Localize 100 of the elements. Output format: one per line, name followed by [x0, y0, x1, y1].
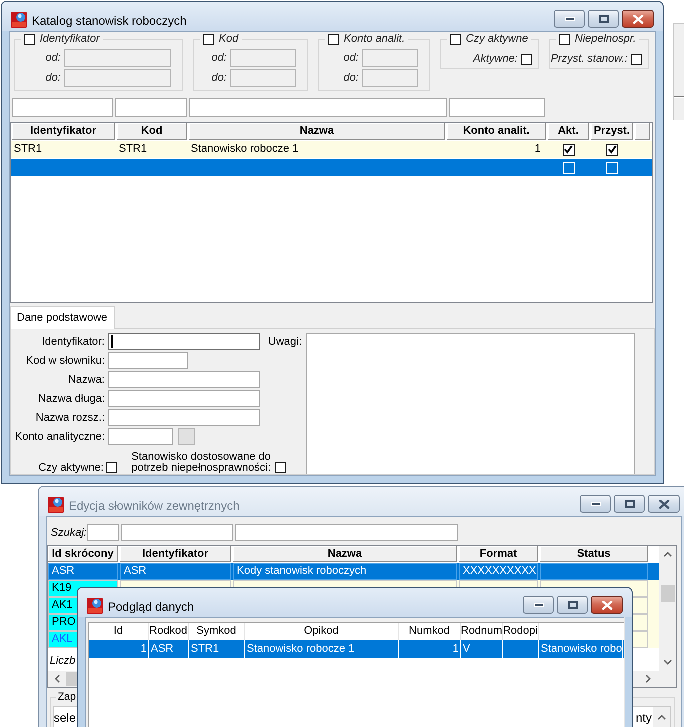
column-header[interactable]: Format: [459, 546, 538, 562]
record-count-label: Liczb: [49, 654, 77, 669]
table-cell-text: Stanowisko robocze 1: [190, 142, 300, 157]
filter-field[interactable]: [189, 98, 447, 117]
checkbox[interactable]: [562, 144, 574, 156]
input-field[interactable]: [108, 390, 260, 407]
column-header[interactable]: Identyfikator: [12, 123, 115, 140]
minimize-icon: [564, 17, 574, 21]
checkbox-label: Stanowisko dostosowane do potrzeb niepełnosprawności:: [130, 452, 271, 474]
field-label: Nazwa rozsz.:: [34, 412, 105, 424]
maximize-icon: [598, 15, 608, 23]
filter-field[interactable]: [449, 98, 545, 117]
chevron-left-icon[interactable]: [55, 675, 60, 683]
chevron-down-icon[interactable]: [664, 660, 672, 665]
group-label: Kod: [219, 34, 239, 45]
group-label: Niepełnospr.: [575, 34, 636, 45]
column-header[interactable]: Akt.: [548, 123, 589, 140]
table-cell: STR1: [189, 640, 245, 658]
field-label: Uwagi:: [268, 336, 302, 348]
group-label: Identyfikator: [40, 34, 100, 45]
checkbox[interactable]: [328, 34, 339, 45]
app-icon: [48, 497, 64, 513]
checkbox[interactable]: [106, 462, 117, 473]
minimize-button[interactable]: [554, 10, 585, 28]
column-header[interactable]: Status: [540, 546, 648, 562]
search-label: Szukaj:: [51, 526, 88, 538]
table-cell: Stanowisko robocze 1: [245, 640, 399, 658]
field-label: Nazwa długa:: [37, 392, 105, 404]
field-label: Aktywne:: [473, 53, 518, 65]
field-label: od:: [344, 52, 359, 64]
tab[interactable]: Dane podstawowe: [10, 306, 115, 329]
field-label: do:: [344, 72, 359, 84]
input-field[interactable]: [362, 69, 418, 87]
input-field[interactable]: [108, 371, 260, 388]
table-row[interactable]: ASR ASR Kody stanowisk roboczych XXXXXXXXXX: [48, 563, 659, 580]
checkbox[interactable]: [606, 144, 618, 156]
close-button[interactable]: [591, 596, 623, 614]
field-label: Identyfikator:: [41, 336, 105, 348]
input-field[interactable]: [362, 49, 418, 67]
checkbox[interactable]: [521, 54, 532, 64]
checkbox[interactable]: [450, 34, 461, 45]
maximize-button[interactable]: [557, 596, 588, 614]
close-button[interactable]: [622, 10, 654, 28]
checkbox[interactable]: [559, 34, 570, 45]
table-cell: V: [461, 640, 503, 658]
checkbox[interactable]: [203, 34, 214, 45]
close-icon: [658, 500, 670, 508]
column-header[interactable]: Przyst.: [591, 123, 633, 140]
column-header[interactable]: Nazwa: [233, 546, 457, 562]
table-row[interactable]: 1 ASR STR1 Stanowisko robocze 1 1 V Stanowisko robo: [89, 640, 624, 658]
table-cell: ASR: [120, 563, 231, 580]
close-icon: [632, 14, 644, 24]
chevron-right-icon[interactable]: [646, 675, 651, 683]
table-cell: ASR: [149, 640, 189, 658]
checkbox[interactable]: [275, 462, 286, 473]
column-header[interactable]: Konto analit.: [447, 123, 546, 140]
group-label: Zap: [57, 691, 78, 703]
field-label: Konto analityczne:: [14, 430, 105, 442]
column-header[interactable]: Identyfikator: [120, 546, 231, 562]
filter-field[interactable]: [115, 98, 187, 117]
field-label: od:: [46, 52, 61, 64]
input-field[interactable]: [64, 69, 171, 87]
group-label: Konto analit.: [344, 34, 406, 45]
input-field[interactable]: [230, 49, 296, 67]
table-cell-text: 1: [534, 142, 542, 157]
column-header[interactable]: Nazwa: [189, 123, 445, 140]
table-row[interactable]: STR1 STR1 Stanowisko robocze 1 1: [11, 141, 652, 158]
field-label: Przyst. stanow.:: [550, 53, 628, 65]
input-field[interactable]: [108, 409, 260, 426]
checkmark-icon: [608, 145, 616, 154]
input-field[interactable]: [64, 49, 171, 67]
input-field[interactable]: [108, 428, 173, 445]
text-area-text: sele: [54, 711, 76, 725]
table-cell: Stanowisko robo: [539, 640, 623, 658]
column-header[interactable]: Id skrócony: [48, 546, 118, 562]
input-field[interactable]: [230, 69, 296, 87]
minimize-button[interactable]: [523, 596, 554, 614]
table-cell: 1: [89, 640, 149, 658]
checkbox[interactable]: [631, 54, 642, 64]
minimize-icon: [590, 502, 600, 506]
input-field[interactable]: [108, 333, 260, 350]
field-label: do:: [46, 72, 61, 84]
minimize-icon: [534, 603, 544, 607]
group-label: Czy aktywne: [466, 34, 528, 45]
checkmark-icon: [564, 145, 573, 154]
text-area-text: nty: [636, 711, 652, 725]
table-cell: Kody stanowisk roboczych: [233, 563, 457, 580]
filter-field[interactable]: [12, 98, 113, 117]
chevron-up-icon[interactable]: [664, 552, 672, 557]
maximize-button[interactable]: [588, 10, 619, 28]
chevron-up-icon[interactable]: [658, 715, 666, 720]
column-header[interactable]: Kod: [117, 123, 187, 140]
window-title: Katalog stanowisk roboczych: [32, 13, 187, 29]
scrollbar-thumb[interactable]: [660, 585, 674, 602]
notes-field[interactable]: [306, 333, 635, 474]
checkbox[interactable]: [24, 34, 35, 45]
field-label: do:: [212, 72, 227, 84]
maximize-icon: [568, 601, 578, 609]
table-cell: ASR: [48, 563, 118, 580]
input-field[interactable]: [108, 352, 188, 369]
